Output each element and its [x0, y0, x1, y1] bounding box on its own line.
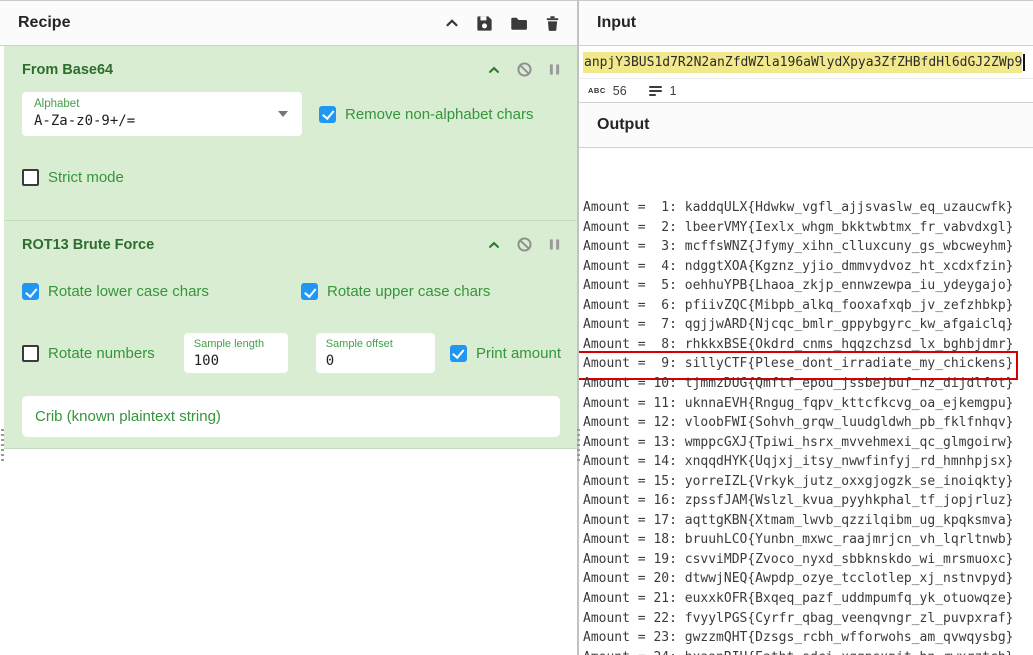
- io-panel: Input anpjY3BUS1d7R2N2anZfdWZla196aWlydX…: [579, 1, 1033, 655]
- checkbox-box[interactable]: [22, 345, 39, 362]
- operation-title: From Base64: [22, 62, 113, 78]
- output-text-area[interactable]: Amount = 1: kaddqULX{Hdwkw_vgfl_ajjsvasl…: [579, 148, 1033, 655]
- operation-disable-icon[interactable]: [516, 236, 533, 253]
- checkbox-label: Print amount: [476, 345, 561, 362]
- output-header: Output: [579, 103, 1033, 148]
- char-count-icon: ABC: [588, 86, 606, 95]
- chevron-down-icon[interactable]: [278, 111, 288, 117]
- strict-mode-checkbox[interactable]: Strict mode: [22, 169, 561, 186]
- operation-disable-icon[interactable]: [516, 61, 533, 78]
- text-cursor: [1023, 54, 1025, 71]
- output-line-annotated: Amount = 9: sillyCTF{Plese_dont_irradiat…: [583, 354, 1029, 374]
- char-count: 56: [613, 84, 627, 98]
- sample-offset-label: Sample offset: [326, 338, 425, 351]
- output-line: Amount = 10: tjmmzDUG{Qmftf_epou_jssbejb…: [583, 374, 1029, 394]
- output-line: Amount = 20: dtwwjNEQ{Awpdp_ozye_tcclotl…: [583, 569, 1029, 589]
- output-line: Amount = 1: kaddqULX{Hdwkw_vgfl_ajjsvasl…: [583, 198, 1029, 218]
- checkbox-box[interactable]: [450, 345, 467, 362]
- checkbox-box[interactable]: [319, 106, 336, 123]
- checkbox-box[interactable]: [22, 283, 39, 300]
- load-recipe-folder-icon[interactable]: [509, 14, 529, 33]
- output-line: Amount = 23: gwzzmQHT{Dzsgs_rcbh_wfforwo…: [583, 628, 1029, 648]
- output-line: Amount = 21: euxxkOFR{Bxqeq_pazf_uddmpum…: [583, 589, 1029, 609]
- line-count: 1: [670, 84, 677, 98]
- print-amount-checkbox[interactable]: Print amount: [450, 345, 561, 362]
- checkbox-label: Rotate lower case chars: [48, 283, 209, 300]
- input-title: Input: [597, 14, 636, 32]
- input-status-bar: ABC 56 1: [579, 79, 1033, 103]
- recipe-panel: Recipe From Base64: [0, 1, 579, 655]
- operation-title: ROT13 Brute Force: [22, 237, 154, 253]
- sample-length-input[interactable]: Sample length 100: [184, 333, 288, 373]
- rotate-numbers-checkbox[interactable]: Rotate numbers: [22, 345, 155, 362]
- output-line: Amount = 13: wmppcGXJ{Tpiwi_hsrx_mvvehme…: [583, 433, 1029, 453]
- checkbox-label: Rotate upper case chars: [327, 283, 490, 300]
- output-title: Output: [597, 116, 649, 134]
- cyberchef-app: Recipe From Base64: [0, 0, 1033, 655]
- output-line: Amount = 22: fvyylPGS{Cyrfr_qbag_veenqvn…: [583, 609, 1029, 629]
- checkbox-box[interactable]: [301, 283, 318, 300]
- alphabet-select[interactable]: Alphabet A-Za-z0-9+/=: [22, 92, 302, 136]
- output-line: Amount = 5: oehhuYPB{Lhaoa_zkjp_ennwzewp…: [583, 276, 1029, 296]
- recipe-collapse-icon[interactable]: [444, 15, 460, 31]
- recipe-list: From Base64 Alphabet A-Za-z0-9+/=: [0, 46, 577, 655]
- sample-length-value: 100: [194, 353, 278, 370]
- recipe-header: Recipe: [0, 1, 577, 46]
- operation-collapse-icon[interactable]: [487, 63, 501, 77]
- checkbox-label: Rotate numbers: [48, 345, 155, 362]
- output-line: Amount = 3: mcffsWNZ{Jfymy_xihn_clluxcun…: [583, 237, 1029, 257]
- input-value-highlighted[interactable]: anpjY3BUS1d7R2N2anZfdWZla196aWlydXpya3Zf…: [583, 52, 1022, 73]
- input-text-area[interactable]: anpjY3BUS1d7R2N2anZfdWZla196aWlydXpya3Zf…: [579, 46, 1033, 79]
- clear-recipe-trash-icon[interactable]: [544, 14, 561, 33]
- panel-resize-handle-divider[interactable]: [577, 429, 580, 461]
- sample-offset-value: 0: [326, 353, 425, 370]
- operation-collapse-icon[interactable]: [487, 238, 501, 252]
- output-line: Amount = 6: pfiivZQC{Mibpb_alkq_fooxafxq…: [583, 296, 1029, 316]
- rotate-lower-checkbox[interactable]: Rotate lower case chars: [22, 283, 301, 300]
- crib-input[interactable]: Crib (known plaintext string): [22, 396, 560, 437]
- checkbox-label: Remove non-alphabet chars: [345, 106, 533, 123]
- checkbox-box[interactable]: [22, 169, 39, 186]
- remove-non-alphabet-checkbox[interactable]: Remove non-alphabet chars: [319, 106, 533, 123]
- alphabet-value: A-Za-z0-9+/=: [34, 113, 290, 130]
- output-line: Amount = 2: lbeerVMY{Iexlx_whgm_bkktwbtm…: [583, 218, 1029, 238]
- output-line: Amount = 17: aqttgKBN{Xtmam_lwvb_qzzilqi…: [583, 511, 1029, 531]
- operation-breakpoint-pause-icon[interactable]: [548, 237, 561, 252]
- output-line: Amount = 19: csvviMDP{Zvoco_nyxd_sbbknsk…: [583, 550, 1029, 570]
- output-line: Amount = 7: qgjjwARD{Njcqc_bmlr_gppybgyr…: [583, 315, 1029, 335]
- sample-length-label: Sample length: [194, 338, 278, 351]
- output-line: Amount = 11: uknnaEVH{Rngug_fqpv_kttcfkc…: [583, 394, 1029, 414]
- output-lines: Amount = 1: kaddqULX{Hdwkw_vgfl_ajjsvasl…: [583, 198, 1029, 655]
- output-line: Amount = 18: bruuhLCO{Yunbn_mxwc_raajmrj…: [583, 530, 1029, 550]
- crib-placeholder: Crib (known plaintext string): [35, 408, 221, 425]
- line-count-icon: [649, 86, 662, 96]
- operation-header: From Base64: [4, 46, 577, 78]
- recipe-title: Recipe: [18, 14, 70, 32]
- output-line: Amount = 16: zpssfJAM{Wslzl_kvua_pyyhkph…: [583, 491, 1029, 511]
- output-line: Amount = 14: xnqqdHYK{Uqjxj_itsy_nwwfinf…: [583, 452, 1029, 472]
- operation-header: ROT13 Brute Force: [4, 221, 577, 253]
- panel-resize-handle-left[interactable]: [1, 429, 4, 461]
- checkbox-label: Strict mode: [48, 169, 124, 186]
- operation-breakpoint-pause-icon[interactable]: [548, 62, 561, 77]
- operation-from-base64[interactable]: From Base64 Alphabet A-Za-z0-9+/=: [4, 46, 577, 221]
- alphabet-label: Alphabet: [34, 98, 290, 111]
- operation-rot13-brute-force[interactable]: ROT13 Brute Force Rotate lower case char…: [4, 221, 577, 449]
- output-line: Amount = 15: yorreIZL{Vrkyk_jutz_oxxgjog…: [583, 472, 1029, 492]
- sample-offset-input[interactable]: Sample offset 0: [316, 333, 435, 373]
- rotate-upper-checkbox[interactable]: Rotate upper case chars: [301, 283, 490, 300]
- output-line: Amount = 24: hxaanRIU{Eatht_sdci_xggpsxp…: [583, 648, 1029, 655]
- output-line: Amount = 12: vloobFWI{Sohvh_grqw_luudgld…: [583, 413, 1029, 433]
- output-line: Amount = 4: ndggtXOA{Kgznz_yjio_dmmvydvo…: [583, 257, 1029, 277]
- save-recipe-icon[interactable]: [475, 14, 494, 33]
- output-line: Amount = 8: rhkkxBSE{Okdrd_cnms_hqqzchzs…: [583, 335, 1029, 355]
- input-header: Input: [579, 1, 1033, 46]
